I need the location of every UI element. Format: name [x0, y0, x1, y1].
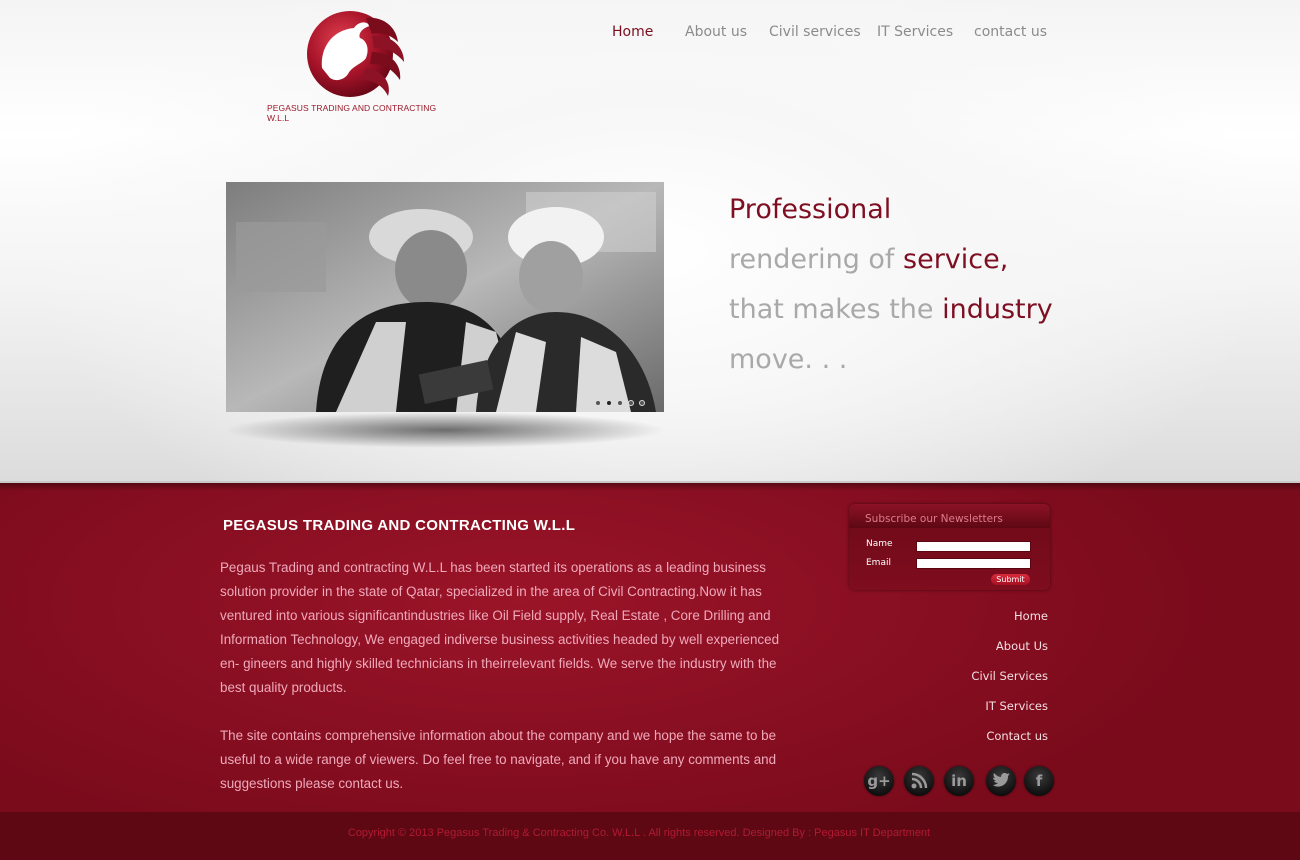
- facebook-icon[interactable]: f: [1024, 766, 1054, 796]
- tagline-text: rendering of: [729, 244, 904, 275]
- email-label: Email: [866, 558, 891, 568]
- slider-dot-3[interactable]: [617, 400, 623, 406]
- facebook-glyph: f: [1035, 772, 1043, 790]
- hero-slider-image[interactable]: [226, 182, 664, 412]
- copyright-text: Copyright © 2013 Pegasus Trading & Contr…: [347, 827, 931, 839]
- newsletter-box: Subscribe our Newsletters Name Email Sub…: [849, 504, 1050, 590]
- tagline-word: Professional: [729, 194, 892, 225]
- nav-civil-services[interactable]: Civil services: [769, 24, 861, 40]
- tagline-word: industry: [942, 294, 1053, 325]
- footer-link-contact-us[interactable]: Contact us: [986, 729, 1048, 743]
- nav-it-services[interactable]: IT Services: [877, 24, 953, 40]
- tagline-text: that makes the: [729, 294, 943, 325]
- about-paragraph: Pegaus Trading and contracting W.L.L has…: [220, 560, 780, 695]
- info-paragraph: The site contains comprehensive informat…: [220, 728, 777, 791]
- slider-dot-2[interactable]: [606, 400, 612, 406]
- tagline-word: service,: [903, 244, 1009, 275]
- linkedin-glyph: in: [951, 772, 967, 790]
- newsletter-title: Subscribe our Newsletters: [865, 513, 1003, 525]
- slider-shadow: [222, 412, 668, 452]
- slider-dots: [595, 400, 655, 408]
- name-field[interactable]: [916, 541, 1031, 552]
- rss-glyph: [911, 772, 928, 789]
- linkedin-icon[interactable]: in: [944, 766, 974, 796]
- rss-icon[interactable]: [904, 766, 934, 796]
- pegasus-logo-icon[interactable]: [262, 8, 452, 118]
- submit-button[interactable]: Submit: [991, 574, 1030, 585]
- nav-about-us[interactable]: About us: [685, 24, 747, 40]
- slider-dot-1[interactable]: [595, 400, 601, 406]
- name-label: Name: [866, 539, 893, 549]
- twitter-icon[interactable]: [986, 766, 1016, 796]
- email-field[interactable]: [916, 558, 1031, 569]
- footer-link-it-services[interactable]: IT Services: [985, 699, 1048, 713]
- workers-photo: [226, 182, 664, 412]
- nav-home[interactable]: Home: [612, 24, 653, 40]
- company-title: PEGASUS TRADING AND CONTRACTING W.L.L: [223, 517, 576, 534]
- slider-dot-4[interactable]: [628, 400, 634, 406]
- slider-dot-5[interactable]: [639, 400, 645, 406]
- footer-link-home[interactable]: Home: [1014, 609, 1048, 623]
- footer-link-about-us[interactable]: About Us: [996, 639, 1048, 653]
- google-plus-icon[interactable]: g+: [864, 766, 894, 796]
- footer-link-civil-services[interactable]: Civil Services: [971, 669, 1048, 683]
- google-plus-glyph: g+: [867, 772, 891, 790]
- logo-text: PEGASUS TRADING AND CONTRACTING W.L.L: [267, 103, 437, 123]
- twitter-glyph: [993, 773, 1010, 787]
- nav-contact-us[interactable]: contact us: [974, 24, 1047, 40]
- tagline-text: move. . .: [729, 344, 848, 375]
